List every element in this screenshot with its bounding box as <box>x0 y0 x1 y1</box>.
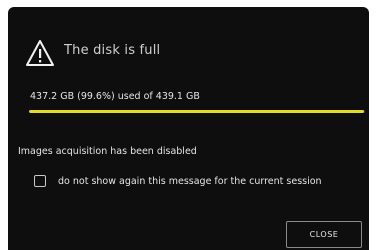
disk-usage-text: 437.2 GB (99.6%) used of 439.1 GB <box>30 91 200 102</box>
dont-show-again-row[interactable]: do not show again this message for the c… <box>34 175 322 187</box>
disk-usage-bar <box>29 110 365 113</box>
close-button[interactable]: CLOSE <box>286 221 362 248</box>
disk-full-dialog: The disk is full 437.2 GB (99.6%) used o… <box>8 7 369 250</box>
status-message: Images acquisition has been disabled <box>18 146 197 157</box>
dont-show-again-label[interactable]: do not show again this message for the c… <box>58 176 322 187</box>
warning-icon <box>26 40 54 66</box>
dont-show-again-checkbox[interactable] <box>34 175 46 187</box>
disk-usage-bar-fill <box>29 110 364 113</box>
dialog-title: The disk is full <box>64 43 161 58</box>
